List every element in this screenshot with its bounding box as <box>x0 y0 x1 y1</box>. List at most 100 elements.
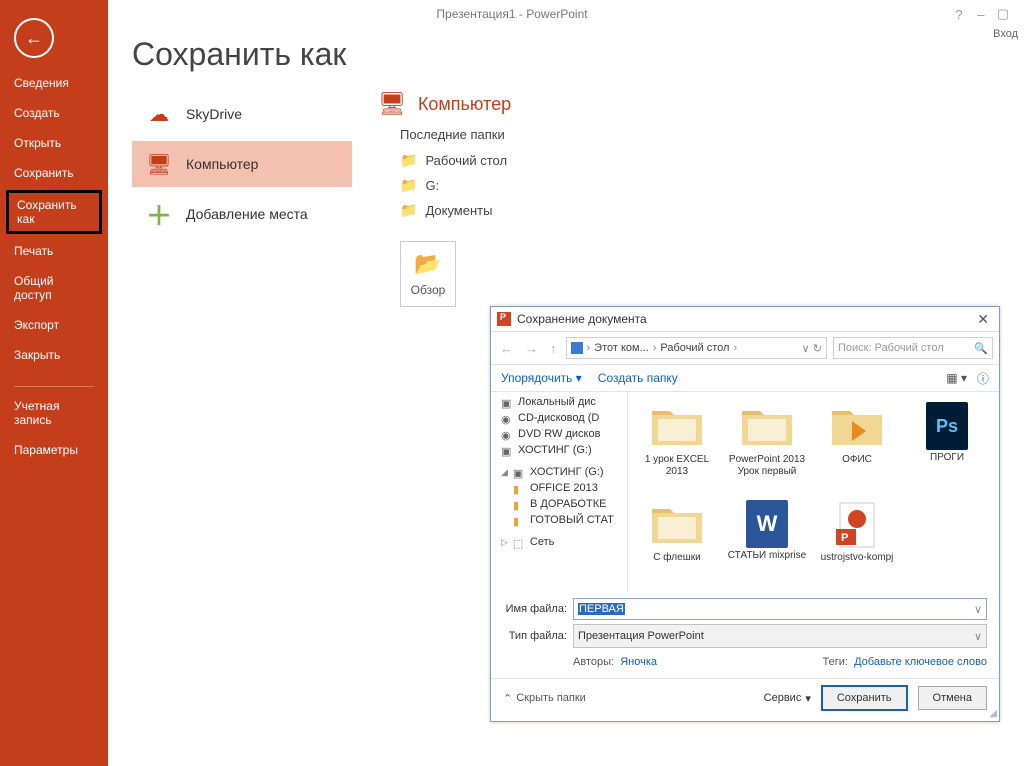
file-item[interactable]: С флешки <box>632 496 722 594</box>
folder-icon: ▮ <box>513 515 525 525</box>
place-skydrive[interactable]: ☁ SkyDrive <box>132 91 352 137</box>
plus-icon: ＋ <box>146 203 172 225</box>
file-item[interactable]: WСТАТЬИ mixprise <box>722 496 812 594</box>
titlebar: Презентация1 - PowerPoint ? – ▢ <box>0 0 1024 28</box>
service-menu[interactable]: Сервис ▾ <box>764 692 811 705</box>
tree-item[interactable]: ◉DVD RW дисков <box>491 426 627 442</box>
side-print[interactable]: Печать <box>0 236 108 266</box>
recent-folder[interactable]: 📁Рабочий стол <box>378 148 1000 173</box>
save-dialog: Сохранение документа ✕ ← → ↑ › Этот ком.… <box>490 306 1000 722</box>
filename-label: Имя файла: <box>503 603 567 615</box>
places-list: ☁ SkyDrive 🖥 Компьютер ＋ Добавление мест… <box>132 91 352 307</box>
folder-icon <box>740 402 794 452</box>
browse-button[interactable]: 📂 Обзор <box>400 241 456 307</box>
disc-icon: ◉ <box>501 429 513 439</box>
photoshop-icon: Ps <box>926 402 968 450</box>
folder-icon <box>650 402 704 452</box>
folder-icon: 📁 <box>400 177 417 194</box>
tree-item[interactable]: ▮OFFICE 2013 <box>491 480 627 496</box>
side-saveas[interactable]: Сохранить как <box>6 190 102 234</box>
powerpoint-icon <box>497 312 511 326</box>
drive-icon <box>571 342 583 354</box>
folder-icon: 📁 <box>400 202 417 219</box>
app-title: Презентация1 - PowerPoint <box>436 7 587 21</box>
help-icon[interactable]: ⓘ <box>977 370 989 387</box>
path-bar[interactable]: › Этот ком... › Рабочий стол › ∨ ↻ <box>566 337 828 359</box>
recent-folder[interactable]: 📁G: <box>378 173 1000 198</box>
word-icon: W <box>746 500 788 548</box>
new-folder-button[interactable]: Создать папку <box>598 371 678 385</box>
place-add[interactable]: ＋ Добавление места <box>132 191 352 237</box>
tree-item[interactable]: ▷⬚Сеть <box>491 534 627 550</box>
tree-item[interactable]: ▮ГОТОВЫЙ СТАТ <box>491 512 627 528</box>
drive-icon: ▣ <box>513 467 525 477</box>
side-info[interactable]: Сведения <box>0 68 108 98</box>
nav-up-icon[interactable]: ↑ <box>547 341 560 356</box>
dialog-titlebar: Сохранение документа ✕ <box>491 307 999 332</box>
save-button[interactable]: Сохранить <box>821 685 908 711</box>
file-item[interactable]: PsПРОГИ <box>902 398 992 496</box>
hide-folders-button[interactable]: ⌃Скрыть папки <box>503 692 586 705</box>
refresh-icon[interactable]: ∨ ↻ <box>802 342 822 355</box>
side-close[interactable]: Закрыть <box>0 340 108 370</box>
filename-input[interactable]: ПЕРВАЯ∨ <box>573 598 987 620</box>
folder-icon <box>650 500 704 550</box>
folder-icon: 📁 <box>400 152 417 169</box>
backstage-sidebar: ← Сведения Создать Открыть Сохранить Сох… <box>0 0 108 766</box>
drive-icon: ▣ <box>501 445 513 455</box>
dialog-fields: Имя файла: ПЕРВАЯ∨ Тип файла: Презентаци… <box>491 592 999 678</box>
disc-icon: ◉ <box>501 413 513 423</box>
resize-grip-icon[interactable]: ◢ <box>989 708 997 719</box>
recent-folder[interactable]: 📁Документы <box>378 198 1000 223</box>
detail-pane: 🖥 Компьютер Последние папки 📁Рабочий сто… <box>378 91 1000 307</box>
dialog-nav: ← → ↑ › Этот ком... › Рабочий стол › ∨ ↻… <box>491 332 999 365</box>
close-icon[interactable]: ✕ <box>973 311 993 328</box>
side-account[interactable]: Учетная запись <box>0 391 108 435</box>
side-open[interactable]: Открыть <box>0 128 108 158</box>
organize-menu[interactable]: Упорядочить ▾ <box>501 371 582 385</box>
file-item[interactable]: PowerPoint 2013 Урок первый <box>722 398 812 496</box>
powerpoint-icon: P <box>830 500 884 550</box>
tree-item[interactable]: ▣Локальный дис <box>491 394 627 410</box>
cancel-button[interactable]: Отмена <box>918 686 987 710</box>
authors-field[interactable]: Яночка <box>620 656 657 668</box>
drive-icon: ▣ <box>501 397 513 407</box>
side-share[interactable]: Общий доступ <box>0 266 108 310</box>
tree-item[interactable]: ▮В ДОРАБОТКЕ <box>491 496 627 512</box>
restore-icon[interactable]: ▢ <box>996 7 1010 21</box>
folder-icon: ▮ <box>513 499 525 509</box>
side-options[interactable]: Параметры <box>0 435 108 465</box>
recent-label: Последние папки <box>400 127 1000 142</box>
dialog-footer: ⌃Скрыть папки Сервис ▾ Сохранить Отмена … <box>491 678 999 721</box>
minimize-icon[interactable]: – <box>974 7 988 21</box>
tree-item[interactable]: ◉CD-дисковод (D <box>491 410 627 426</box>
file-item[interactable]: ОФИС <box>812 398 902 496</box>
page-title: Сохранить как <box>132 36 1000 73</box>
folder-open-icon: 📂 <box>414 251 441 277</box>
file-item[interactable]: 1 урок EXCEL 2013 <box>632 398 722 496</box>
file-list: 1 урок EXCEL 2013 PowerPoint 2013 Урок п… <box>628 392 999 592</box>
back-button[interactable]: ← <box>14 18 54 58</box>
file-item[interactable]: Pustrojstvo-kompj <box>812 496 902 594</box>
svg-text:P: P <box>841 532 848 544</box>
tree-item[interactable]: ◢▣ХОСТИНГ (G:) <box>491 464 627 480</box>
cloud-icon: ☁ <box>146 103 172 125</box>
filetype-select[interactable]: Презентация PowerPoint∨ <box>573 624 987 648</box>
side-save[interactable]: Сохранить <box>0 158 108 188</box>
computer-icon: 🖥 <box>146 153 172 175</box>
search-input[interactable]: Поиск: Рабочий стол 🔍 <box>833 337 993 359</box>
tree-item[interactable]: ▣ХОСТИНГ (G:) <box>491 442 627 458</box>
place-computer[interactable]: 🖥 Компьютер <box>132 141 352 187</box>
side-export[interactable]: Экспорт <box>0 310 108 340</box>
filetype-label: Тип файла: <box>503 630 567 642</box>
tags-field[interactable]: Добавьте ключевое слово <box>854 656 987 668</box>
side-new[interactable]: Создать <box>0 98 108 128</box>
dialog-toolbar: Упорядочить ▾ Создать папку ▦ ▾ ⓘ <box>491 365 999 392</box>
dialog-title: Сохранение документа <box>517 312 647 326</box>
folder-icon <box>830 402 884 452</box>
view-icon[interactable]: ▦ ▾ <box>946 371 967 385</box>
nav-fwd-icon[interactable]: → <box>522 341 541 356</box>
search-icon: 🔍 <box>974 342 988 355</box>
nav-back-icon[interactable]: ← <box>497 341 516 356</box>
help-icon[interactable]: ? <box>952 7 966 21</box>
